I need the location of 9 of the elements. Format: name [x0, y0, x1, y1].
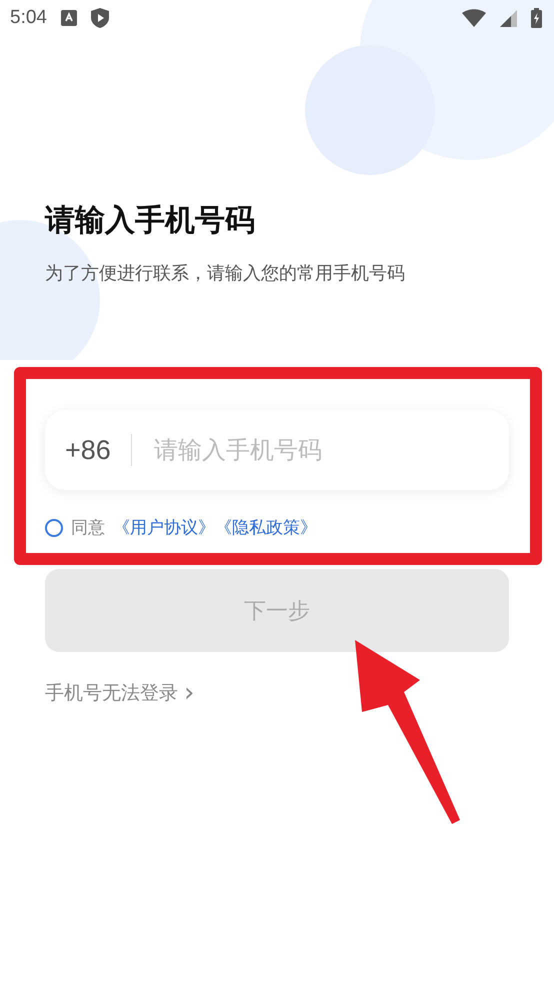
agreement-link[interactable]: 《隐私政策》 [215, 518, 317, 538]
page-title: 请输入手机号码 [45, 202, 256, 240]
agree-label: 同意 [71, 517, 105, 539]
agreement-link[interactable]: 《用户协议》 [113, 518, 215, 538]
phone-field[interactable]: +86 请输入手机号码 [45, 410, 509, 490]
status-time: 5:04 [10, 7, 47, 29]
page-subtitle: 为了方便进行联系，请输入您的常用手机号码 [45, 262, 406, 285]
help-link[interactable]: 手机号无法登录 › [45, 680, 194, 706]
country-code[interactable]: +86 [65, 434, 111, 466]
